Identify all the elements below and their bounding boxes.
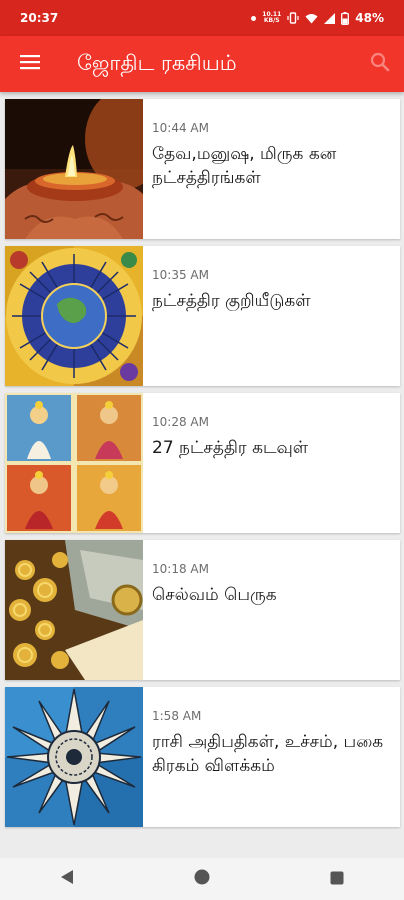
article-time: 10:44 AM — [152, 121, 209, 135]
article-time: 1:58 AM — [152, 709, 202, 723]
article-title: செல்வம் பெருக — [152, 585, 277, 605]
app-title: ஜோதிட ரகசியம் — [77, 50, 237, 75]
article-thumbnail-sun-mandala — [5, 687, 143, 827]
article-time: 10:35 AM — [152, 268, 209, 282]
home-circle-icon — [194, 869, 210, 889]
wifi-icon — [305, 13, 318, 24]
article-time: 10:28 AM — [152, 415, 209, 429]
home-button[interactable] — [172, 858, 232, 900]
cell-signal-icon — [324, 12, 336, 24]
article-card[interactable]: 10:44 AM தேவ,மனுஷ, மிருக கன நட்சத்திரங்க… — [5, 99, 400, 239]
recents-button[interactable] — [307, 858, 367, 900]
article-card[interactable]: 10:18 AM செல்வம் பெருக — [5, 540, 400, 680]
article-card[interactable]: 10:28 AM 27 நட்சத்திர கடவுள் — [5, 393, 400, 533]
article-thumbnail-zodiac-wheel — [5, 246, 143, 386]
back-triangle-icon — [60, 869, 74, 889]
status-time: 20:37 — [20, 11, 59, 25]
system-nav-bar — [0, 858, 404, 900]
battery-percent: 48% — [355, 11, 384, 25]
notification-dot-icon — [251, 15, 257, 21]
search-button[interactable] — [356, 36, 404, 92]
article-title: நட்சத்திர குறியீடுகள் — [152, 291, 311, 311]
article-title: ராசி அதிபதிகள், உச்சம், பகை கிரகம் விளக்… — [152, 732, 384, 776]
article-title: தேவ,மனுஷ, மிருக கன நட்சத்திரங்கள் — [152, 144, 337, 188]
app-bar: ஜோதிட ரகசியம் — [0, 36, 404, 92]
back-button[interactable] — [37, 858, 97, 900]
recents-square-icon — [330, 870, 344, 889]
article-time: 10:18 AM — [152, 562, 209, 576]
menu-button[interactable] — [0, 36, 60, 92]
article-thumbnail-gold-money — [5, 540, 143, 680]
article-thumbnail-goddess-collage — [5, 393, 143, 533]
article-thumbnail-oil-lamp — [5, 99, 143, 239]
network-speed: 10.11 KB/S — [262, 11, 282, 24]
article-card[interactable]: 10:35 AM நட்சத்திர குறியீடுகள் — [5, 246, 400, 386]
status-bar: 20:37 10.11 KB/S 48% — [0, 0, 404, 36]
status-icons: 10.11 KB/S 48% — [251, 11, 384, 25]
article-card[interactable]: 1:58 AM ராசி அதிபதிகள், உச்சம், பகை கிரக… — [5, 687, 400, 827]
hamburger-menu-icon — [20, 54, 40, 74]
article-title: 27 நட்சத்திர கடவுள் — [152, 438, 309, 458]
battery-icon — [341, 11, 350, 25]
search-icon — [370, 52, 390, 76]
vibrate-icon — [287, 12, 299, 24]
